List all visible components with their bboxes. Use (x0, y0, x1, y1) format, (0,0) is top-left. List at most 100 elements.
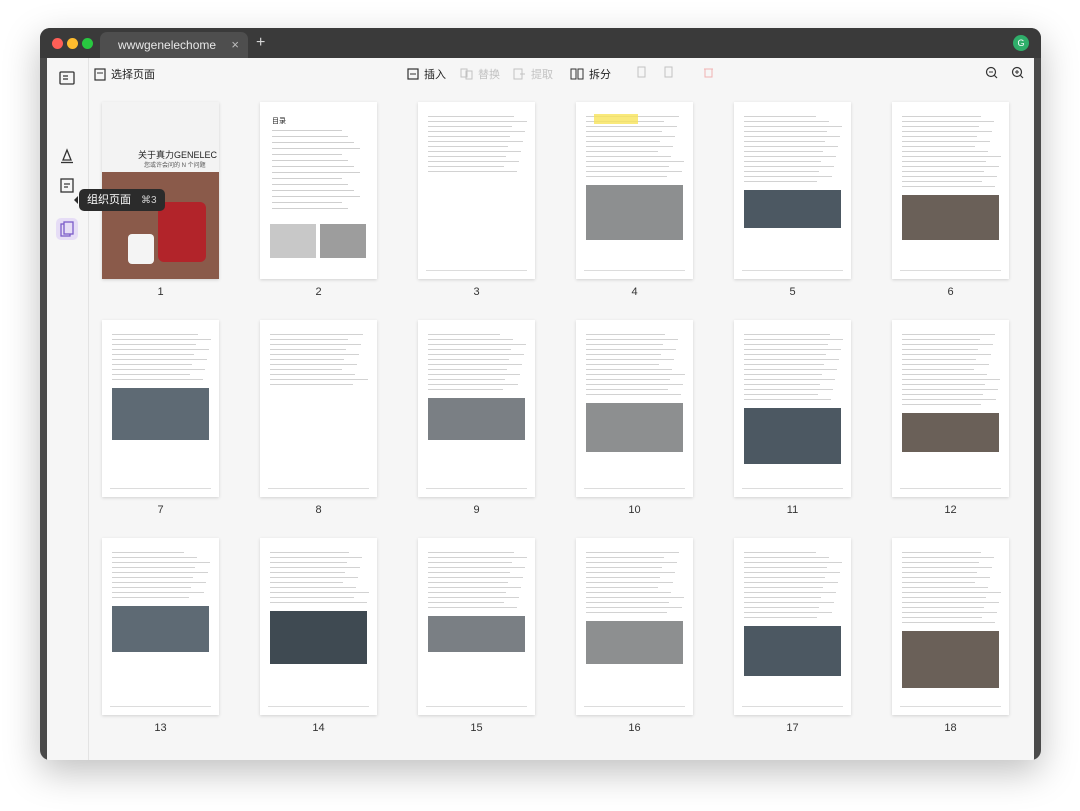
zoom-window-button[interactable] (82, 38, 93, 49)
toc-title: 目录 (272, 118, 286, 125)
page-thumbnail[interactable] (260, 320, 377, 497)
text-line (902, 552, 981, 553)
page-footer-rule (426, 488, 527, 489)
text-line (902, 176, 997, 177)
page-thumbnail[interactable] (576, 320, 693, 497)
page-thumbnail[interactable] (418, 102, 535, 279)
page-thumbnail[interactable] (576, 102, 693, 279)
page-grid: 关于真力GENELEC 您或许会问的 N 个问题 1 目录 2 3 4 5 6 7 8 9 10 11 12… (56, 72, 1009, 762)
text-line (744, 617, 817, 618)
text-line (270, 597, 354, 598)
page-number: 18 (944, 722, 957, 734)
text-line (428, 334, 500, 335)
text-line (902, 602, 999, 603)
page-number: 17 (786, 722, 799, 734)
text-line (428, 369, 507, 370)
text-line (428, 364, 522, 365)
text-line (270, 572, 345, 573)
page-image (586, 403, 683, 452)
text-line (428, 567, 525, 568)
text-line (744, 592, 836, 593)
close-window-button[interactable] (52, 38, 63, 49)
text-line (428, 161, 519, 162)
text-line (744, 181, 817, 182)
page-image (902, 413, 999, 452)
avatar[interactable]: G (1013, 35, 1029, 51)
text-line (112, 572, 208, 573)
zoom-in-icon[interactable] (1011, 66, 1024, 79)
page-thumbnail[interactable] (102, 538, 219, 715)
page-footer-rule (584, 706, 685, 707)
text-line (272, 202, 342, 203)
text-line (744, 607, 819, 608)
page-thumbnail[interactable] (418, 320, 535, 497)
text-line (586, 176, 667, 177)
tab-close-icon[interactable]: × (231, 32, 239, 58)
page-number: 3 (473, 286, 480, 298)
text-line (586, 374, 685, 375)
text-line (270, 359, 344, 360)
page-footer-rule (268, 488, 369, 489)
page-thumbnail[interactable] (102, 320, 219, 497)
text-line (902, 126, 979, 127)
text-line (902, 612, 997, 613)
page-thumbnail[interactable]: 目录 (260, 102, 377, 279)
page-image (112, 388, 209, 440)
page-thumbnail[interactable] (892, 538, 1009, 715)
text-line (270, 354, 359, 355)
browser-tab[interactable]: wwwgenelechome × (100, 32, 248, 58)
page-thumbnail[interactable] (734, 320, 851, 497)
text-line (428, 607, 517, 608)
page-thumbnail[interactable] (418, 538, 535, 715)
minimize-window-button[interactable] (67, 38, 78, 49)
text-line (744, 176, 832, 177)
text-line (428, 592, 506, 593)
page-footer-rule (110, 488, 211, 489)
text-line (428, 577, 523, 578)
text-line (112, 339, 211, 340)
text-line (744, 166, 834, 167)
text-line (744, 141, 825, 142)
page-number: 10 (628, 504, 641, 516)
text-line (428, 339, 513, 340)
text-line (270, 374, 355, 375)
text-line (586, 146, 673, 147)
text-line (270, 592, 369, 593)
text-line (902, 587, 988, 588)
text-line (112, 552, 184, 553)
text-line (428, 587, 521, 588)
text-line (902, 404, 981, 405)
text-line (902, 334, 995, 335)
text-line (428, 552, 514, 553)
text-line (902, 389, 998, 390)
page-thumbnail[interactable] (892, 320, 1009, 497)
text-line (112, 349, 209, 350)
page-footer-rule (742, 270, 843, 271)
text-line (744, 364, 824, 365)
text-line (586, 552, 679, 553)
page-thumbnail[interactable] (892, 102, 1009, 279)
text-line (428, 141, 523, 142)
page-number: 16 (628, 722, 641, 734)
page-thumbnail[interactable] (260, 538, 377, 715)
text-line (902, 394, 983, 395)
text-line (586, 597, 684, 598)
text-line (586, 592, 671, 593)
text-line (586, 394, 681, 395)
page-thumbnail[interactable] (576, 538, 693, 715)
text-line (428, 572, 510, 573)
text-line (428, 389, 503, 390)
text-line (744, 394, 818, 395)
text-line (744, 121, 829, 122)
new-tab-button[interactable]: + (256, 32, 265, 54)
text-line (112, 592, 204, 593)
text-line (744, 384, 820, 385)
text-line (270, 339, 348, 340)
page-image (320, 224, 366, 258)
page-thumbnail[interactable] (734, 538, 851, 715)
page-footer-rule (900, 488, 1001, 489)
zoom-out-icon[interactable] (985, 66, 998, 79)
page-thumbnail[interactable] (734, 102, 851, 279)
text-line (744, 562, 842, 563)
text-line (270, 587, 356, 588)
